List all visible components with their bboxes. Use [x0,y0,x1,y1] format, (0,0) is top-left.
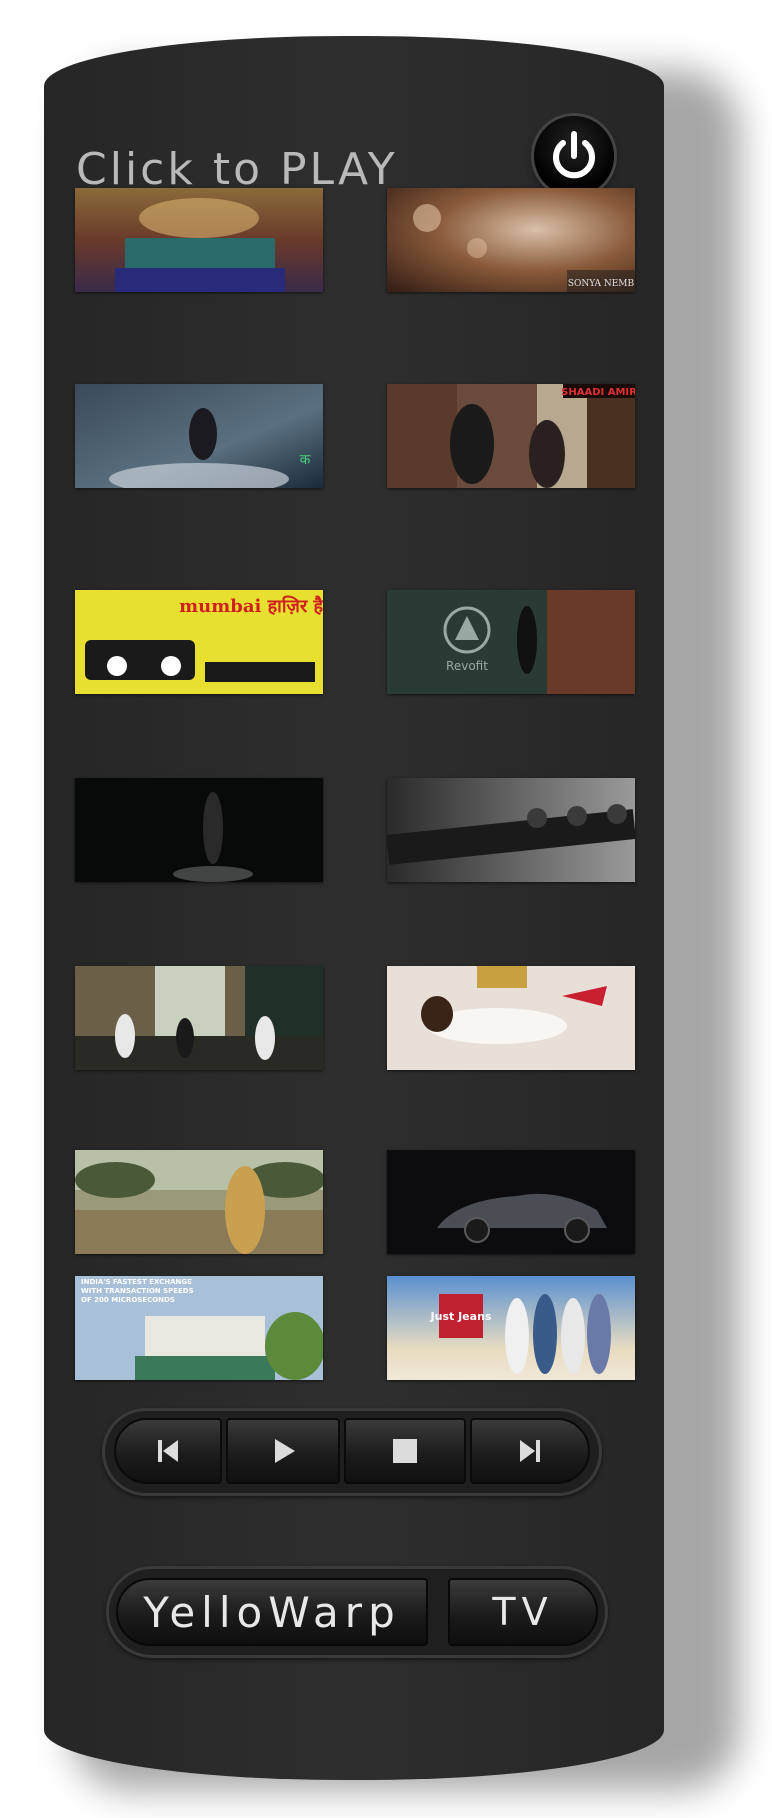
video-thumbnail-12[interactable] [387,1150,635,1254]
thumbnail-14-overlay: Just Jeans [430,1310,492,1323]
transport-controls [102,1408,602,1496]
brand-button[interactable]: YelloWarp [116,1578,428,1646]
thumbnail-2-overlay: SONYA NEMB [568,279,635,289]
video-thumbnail-5[interactable]: mumbai हाज़िर है! [75,590,323,694]
power-button[interactable] [534,116,614,196]
tv-button[interactable]: TV [448,1578,598,1646]
stop-button[interactable] [344,1418,466,1484]
power-icon [553,131,595,179]
previous-button[interactable] [114,1418,222,1484]
stop-icon [393,1439,417,1463]
video-thumbnail-9[interactable] [75,966,323,1070]
skip-previous-icon [158,1440,178,1462]
remote-control: Click to PLAY SONYA NEMB क SHAADI AMIR m… [44,36,664,1780]
video-thumbnail-10[interactable] [387,966,635,1070]
video-thumbnail-3[interactable]: क [75,384,323,488]
thumbnail-6-overlay: Revofit [446,659,488,673]
skip-next-icon [520,1440,540,1462]
thumbnail-5-overlay: mumbai हाज़िर है! [179,595,323,617]
thumbnail-4-overlay: SHAADI AMIR [561,387,635,398]
play-button[interactable] [226,1418,340,1484]
video-thumbnail-4[interactable]: SHAADI AMIR [387,384,635,488]
video-thumbnail-13[interactable]: INDIA'S FASTEST EXCHANGE WITH TRANSACTIO… [75,1276,323,1380]
thumbnail-13-overlay: INDIA'S FASTEST EXCHANGE WITH TRANSACTIO… [81,1278,194,1304]
next-button[interactable] [470,1418,590,1484]
video-thumbnail-2[interactable]: SONYA NEMB [387,188,635,292]
video-thumbnail-8[interactable] [387,778,635,882]
video-thumbnail-7[interactable] [75,778,323,882]
video-thumbnail-14[interactable]: Just Jeans [387,1276,635,1380]
svg-text:क: क [300,452,311,468]
video-thumbnail-11[interactable] [75,1150,323,1254]
video-thumbnail-1[interactable] [75,188,323,292]
play-icon [275,1439,295,1463]
brand-bar: YelloWarp TV [106,1566,608,1658]
video-thumbnail-6[interactable]: Revofit [387,590,635,694]
